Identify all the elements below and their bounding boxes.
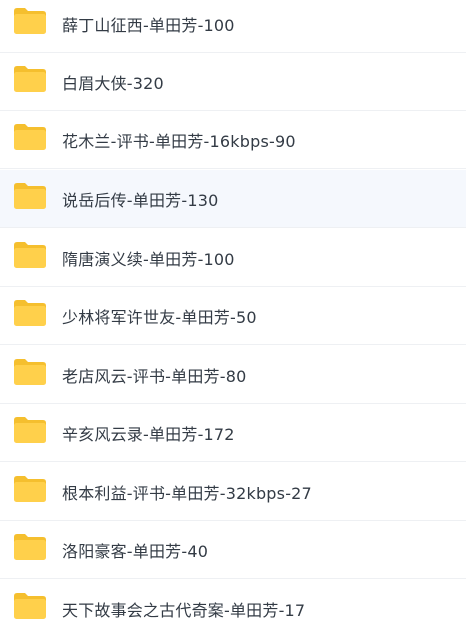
folder-name: 洛阳豪客-单田芳-40 (62, 541, 209, 561)
folder-row[interactable]: 少林将军许世友-单田芳-50 (0, 287, 466, 345)
folder-icon (13, 123, 47, 151)
folder-row[interactable]: 老店风云-评书-单田芳-80 (0, 346, 466, 404)
folder-name: 说岳后传-单田芳-130 (62, 190, 219, 210)
folder-icon (13, 358, 47, 386)
folder-icon (13, 241, 47, 269)
folder-name: 隋唐演义续-单田芳-100 (62, 249, 235, 269)
folder-row[interactable]: 说岳后传-单田芳-130 (0, 170, 466, 228)
folder-row[interactable]: 天下故事会之古代奇案-单田芳-17 (0, 580, 466, 634)
folder-name: 薛丁山征西-单田芳-100 (62, 15, 235, 35)
folder-name: 辛亥风云录-单田芳-172 (62, 424, 235, 444)
folder-icon (13, 416, 47, 444)
folder-icon (13, 475, 47, 503)
folder-name: 白眉大侠-320 (62, 73, 164, 93)
folder-name: 根本利益-评书-单田芳-32kbps-27 (62, 483, 312, 503)
folder-row[interactable]: 花木兰-评书-单田芳-16kbps-90 (0, 111, 466, 169)
folder-icon (13, 182, 47, 210)
folder-row[interactable]: 辛亥风云录-单田芳-172 (0, 404, 466, 462)
folder-icon (13, 592, 47, 620)
folder-row[interactable]: 隋唐演义续-单田芳-100 (0, 229, 466, 287)
folder-name: 天下故事会之古代奇案-单田芳-17 (62, 600, 306, 620)
folder-icon (13, 299, 47, 327)
folder-row[interactable]: 薛丁山征西-单田芳-100 (0, 0, 466, 53)
folder-name: 少林将军许世友-单田芳-50 (62, 307, 257, 327)
folder-icon (13, 65, 47, 93)
folder-row[interactable]: 根本利益-评书-单田芳-32kbps-27 (0, 463, 466, 521)
folder-row[interactable]: 洛阳豪客-单田芳-40 (0, 521, 466, 579)
folder-icon (13, 533, 47, 561)
folder-name: 老店风云-评书-单田芳-80 (62, 366, 247, 386)
folder-row[interactable]: 白眉大侠-320 (0, 53, 466, 111)
folder-list: 薛丁山征西-单田芳-100 白眉大侠-320 花木兰-评书-单田芳-16kbps… (0, 0, 466, 634)
folder-icon (13, 7, 47, 35)
folder-name: 花木兰-评书-单田芳-16kbps-90 (62, 131, 296, 151)
